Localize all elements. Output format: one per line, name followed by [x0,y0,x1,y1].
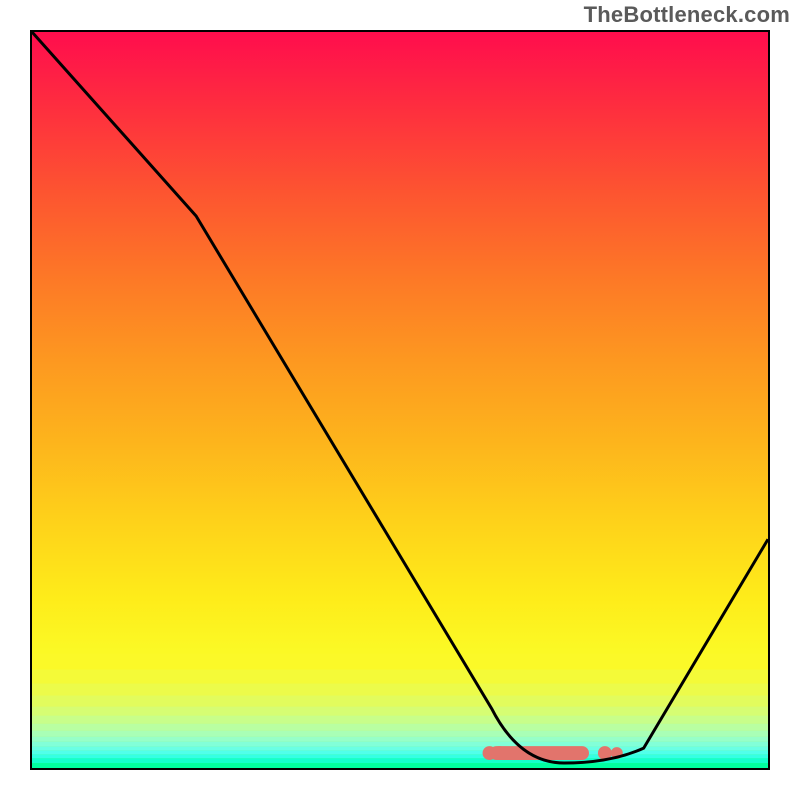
plot-svg [32,32,768,768]
watermark-text: TheBottleneck.com [584,2,790,28]
chart-container: TheBottleneck.com [0,0,800,800]
salmon-marker-band [483,746,623,760]
bottom-bands [32,654,768,768]
plot-area [30,30,770,770]
